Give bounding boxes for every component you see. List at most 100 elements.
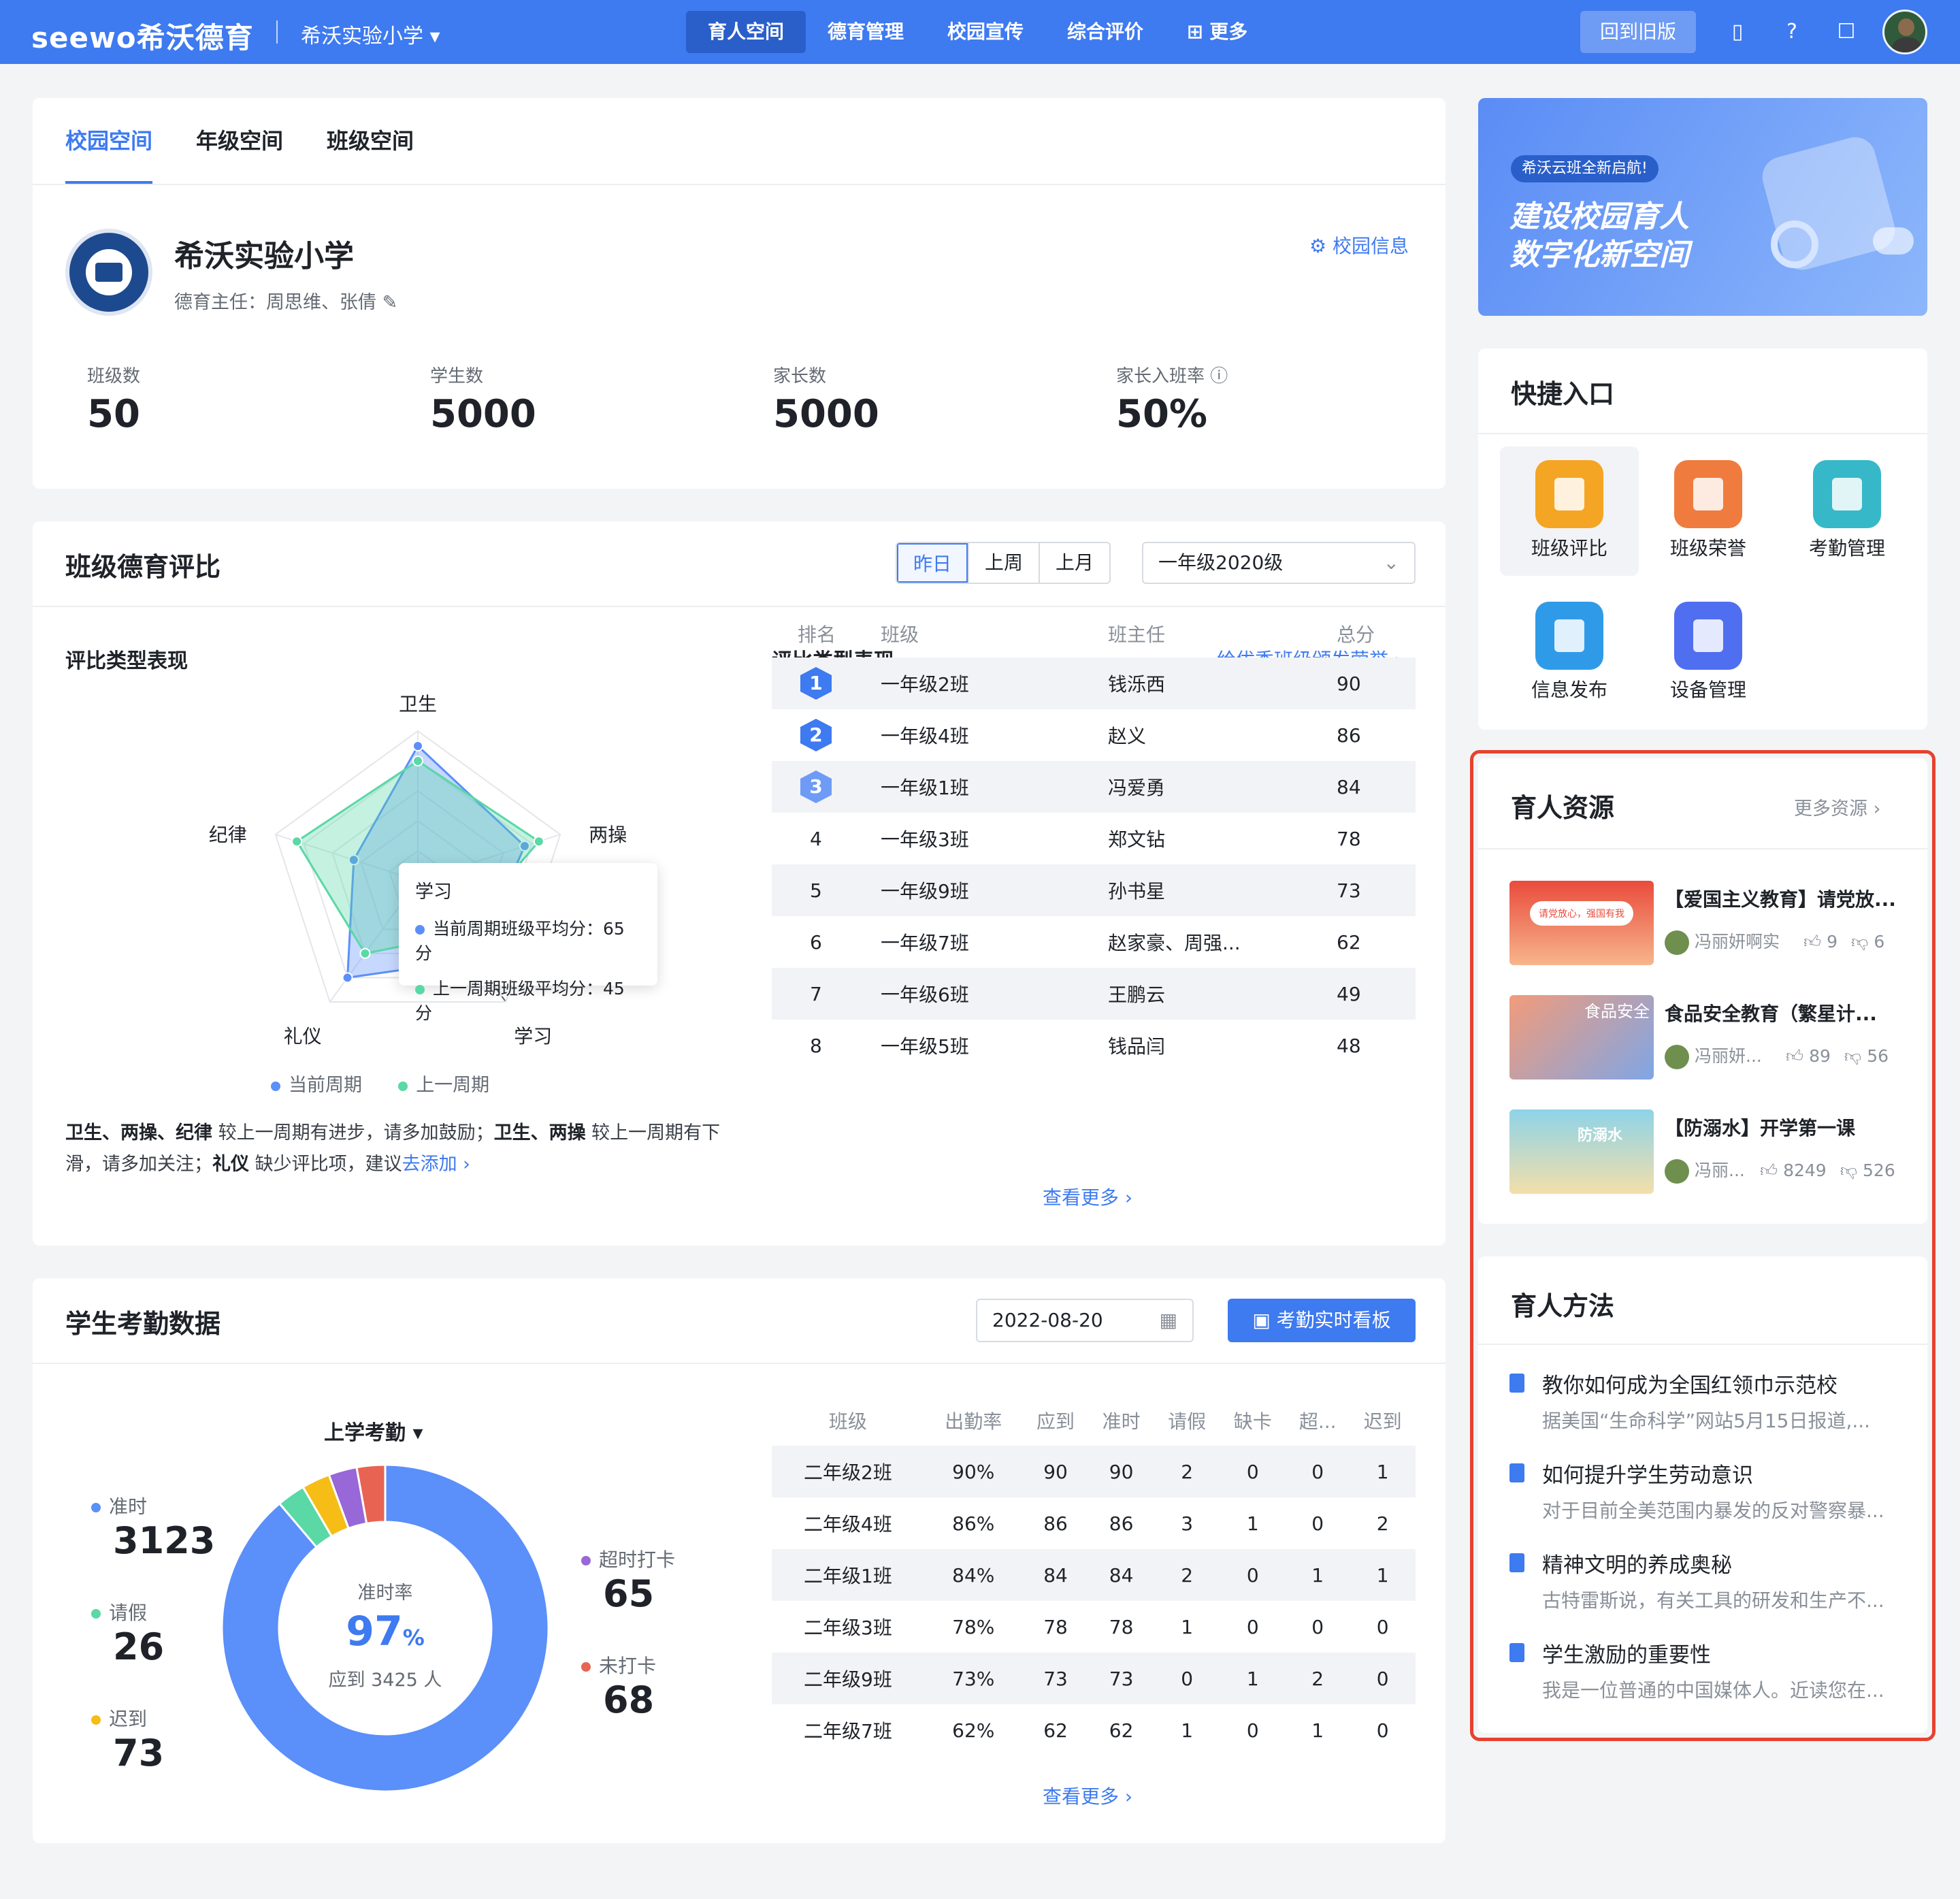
nav-deyu[interactable]: 德育管理 <box>806 11 926 53</box>
kpi-ontime-value: 3123 <box>113 1519 216 1562</box>
seewo-logo[interactable]: seewo希沃德育 <box>31 15 254 56</box>
thumb-down-icon: 👎︎ <box>1844 1046 1867 1066</box>
period-last-week[interactable]: 上周 <box>968 543 1039 583</box>
resource-item[interactable]: 请党放心，强国有我 【爱国主义教育】请党放... 冯丽妍啊实 👍︎ 9 👎︎ 6 <box>1509 881 1931 965</box>
radar-point[interactable] <box>359 947 371 959</box>
board-button[interactable]: ▣ 考勤实时看板 <box>1228 1299 1416 1342</box>
rank-row[interactable]: 1 一年级2班 钱泺西 90 <box>772 658 1416 709</box>
radar-point[interactable] <box>291 836 303 847</box>
attendance-cell: 86 <box>1109 1512 1134 1535</box>
attendance-cell: 二年级9班 <box>772 1653 924 1704</box>
school-selector[interactable]: 希沃实验小学 ▾ <box>301 19 440 49</box>
quick-device[interactable]: 设备管理 <box>1639 588 1778 717</box>
class-eval-card: 班级德育评比 昨日 上周 上月 一年级2020级 ⌄ 评比类型表现 卫生 两操 学习礼… <box>33 521 1446 1246</box>
school-director[interactable]: 德育主任：周思维、张倩 ✎ <box>174 287 397 314</box>
rank-cell: 赵家豪、周强... <box>1108 932 1241 954</box>
attendance-cell: 二年级7班 <box>804 1720 892 1742</box>
promo-banner[interactable]: 希沃云班全新启航! 建设校园育人 数字化新空间 <box>1478 98 1927 316</box>
attendance-cell: 1 <box>1181 1719 1194 1742</box>
quick-class-eval[interactable]: 班级评比 <box>1500 447 1639 576</box>
attendance-row[interactable]: 二年级4班 86% 86 86 3 1 0 2 <box>772 1497 1416 1549</box>
rank-cell: 一年级9班 <box>881 864 1108 916</box>
radar-tooltip: 学习 当前周期班级平均分：65分 上一周期班级平均分：45分 <box>399 863 657 1023</box>
rank-badge: 3 <box>800 770 832 803</box>
resource-item[interactable]: 防溺水 【防溺水】开学第一课 冯丽... 👍︎ 8249 👎︎ 526 <box>1509 1109 1931 1194</box>
rank-cell: 一年级7班 <box>881 932 969 954</box>
nav-more[interactable]: ⊞ 更多 <box>1165 11 1269 53</box>
attendance-header: 迟到 <box>1363 1410 1402 1433</box>
message-icon[interactable]: ☐ <box>1832 18 1861 46</box>
attendance-row[interactable]: 二年级2班 90% 90 90 2 0 0 1 <box>772 1446 1416 1497</box>
old-version-button[interactable]: 回到旧版 <box>1580 11 1696 53</box>
rank-row[interactable]: 2 一年级4班 赵义 86 <box>772 709 1416 761</box>
date-value: 2022-08-20 <box>992 1309 1103 1331</box>
rank-cell: 一年级6班 <box>881 968 1108 1020</box>
quick-attendance[interactable]: 考勤管理 <box>1778 447 1916 576</box>
kpi-leave-value: 26 <box>113 1625 165 1668</box>
methods-title: 育人方法 <box>1511 1291 1615 1321</box>
resources-more-link[interactable]: 更多资源 › <box>1794 794 1880 820</box>
resource-thumbnail: 请党放心，强国有我 <box>1509 881 1654 965</box>
device-icon <box>1674 602 1742 670</box>
attendance-cell: 1 <box>1181 1615 1194 1638</box>
attendance-row[interactable]: 二年级1班 84% 84 84 2 0 1 1 <box>772 1549 1416 1601</box>
radar-point[interactable] <box>533 836 544 847</box>
rank-row[interactable]: 6 一年级7班 赵家豪、周强... 62 <box>772 916 1416 968</box>
banner-line1: 建设校园育人 <box>1509 199 1689 234</box>
rank-more-link[interactable]: 查看更多 › <box>1043 1183 1132 1210</box>
help-icon[interactable]: ? <box>1778 18 1806 46</box>
school-info-link[interactable]: ⚙ 校园信息 <box>1309 231 1409 259</box>
kpi-late-value: 73 <box>113 1732 165 1774</box>
attendance-cell: 78% <box>952 1615 995 1638</box>
user-avatar[interactable] <box>1882 10 1927 54</box>
attendance-row[interactable]: 二年级7班 62% 62 62 1 0 1 0 <box>772 1704 1416 1756</box>
resource-meta: 冯丽... 👍︎ 8249 👎︎ 526 <box>1665 1157 1895 1184</box>
attendance-card: 学生考勤数据 2022-08-20 ▦ ▣ 考勤实时看板 上学考勤 ▾ 准时率 9… <box>33 1278 1446 1843</box>
tablet-icon[interactable]: ▯ <box>1723 18 1752 46</box>
nav-xuanchuan[interactable]: 校园宣传 <box>926 11 1045 53</box>
tab-grade[interactable]: 年级空间 <box>196 98 283 184</box>
attendance-more-link[interactable]: 查看更多 › <box>1043 1782 1132 1809</box>
kpi-overtime-label: 超时打卡 <box>581 1545 675 1572</box>
attendance-row[interactable]: 二年级3班 78% 78 78 1 0 0 0 <box>772 1601 1416 1653</box>
radar-point[interactable] <box>412 741 423 751</box>
rank-row[interactable]: 8 一年级5班 钱品闫 48 <box>772 1020 1416 1071</box>
rank-row[interactable]: 4 一年级3班 郑文钻 78 <box>772 813 1416 864</box>
attendance-cell: 78 <box>1043 1615 1068 1638</box>
quick-class-honor[interactable]: 班级荣誉 <box>1639 447 1778 576</box>
attendance-row[interactable]: 二年级9班 73% 73 73 0 1 2 0 <box>772 1653 1416 1704</box>
add-eval-link[interactable]: 去添加 › <box>402 1154 470 1175</box>
rank-header: 总分 <box>1337 623 1375 646</box>
school-logo <box>65 229 152 316</box>
period-last-month[interactable]: 上月 <box>1039 543 1109 583</box>
nav-yuren[interactable]: 育人空间 <box>686 11 806 53</box>
space-tabs: 校园空间 年级空间 班级空间 <box>65 98 457 184</box>
date-picker[interactable]: 2022-08-20 ▦ <box>976 1299 1194 1342</box>
rank-row[interactable]: 5 一年级9班 孙书星 73 <box>772 864 1416 916</box>
radar-point[interactable] <box>342 972 353 984</box>
quick-publish[interactable]: 信息发布 <box>1500 588 1639 717</box>
attendance-cell: 1 <box>1311 1719 1324 1742</box>
tab-class[interactable]: 班级空间 <box>327 98 414 184</box>
nav-pingjia[interactable]: 综合评价 <box>1045 11 1165 53</box>
rank-row[interactable]: 3 一年级1班 冯爱勇 84 <box>772 761 1416 813</box>
rank-cell: 84 <box>1337 761 1416 813</box>
quick-label: 考勤管理 <box>1808 537 1885 559</box>
rank-row[interactable]: 7 一年级6班 王鹏云 49 <box>772 968 1416 1020</box>
rank-header: 班级 <box>881 623 919 646</box>
period-selector: 昨日 上周 上月 <box>896 542 1111 584</box>
radar-point[interactable] <box>412 756 423 766</box>
grade-select[interactable]: 一年级2020级 ⌄ <box>1142 542 1416 584</box>
tab-school[interactable]: 校园空间 <box>65 98 153 184</box>
quick-access-card: 快捷入口 班级评比 班级荣誉 考勤管理 信息发布 设备管理 <box>1478 348 1927 730</box>
rank-cell: 一年级1班 <box>881 761 1108 813</box>
attendance-cell: 73% <box>924 1653 1023 1704</box>
resource-item[interactable]: 食品安全 食品安全教育（繁星计... 冯丽妍... 👍︎ 89 👎︎ 56 <box>1509 995 1931 1080</box>
quick-label: 信息发布 <box>1531 679 1607 701</box>
attendance-cell: 0 <box>1376 1719 1389 1742</box>
period-yesterday[interactable]: 昨日 <box>897 543 968 583</box>
attendance-cell: 86% <box>952 1512 995 1535</box>
radar-title: 评比类型表现 <box>65 649 188 673</box>
book-icon <box>1509 1553 1524 1572</box>
attendance-mode-select[interactable]: 上学考勤 ▾ <box>324 1416 423 1446</box>
